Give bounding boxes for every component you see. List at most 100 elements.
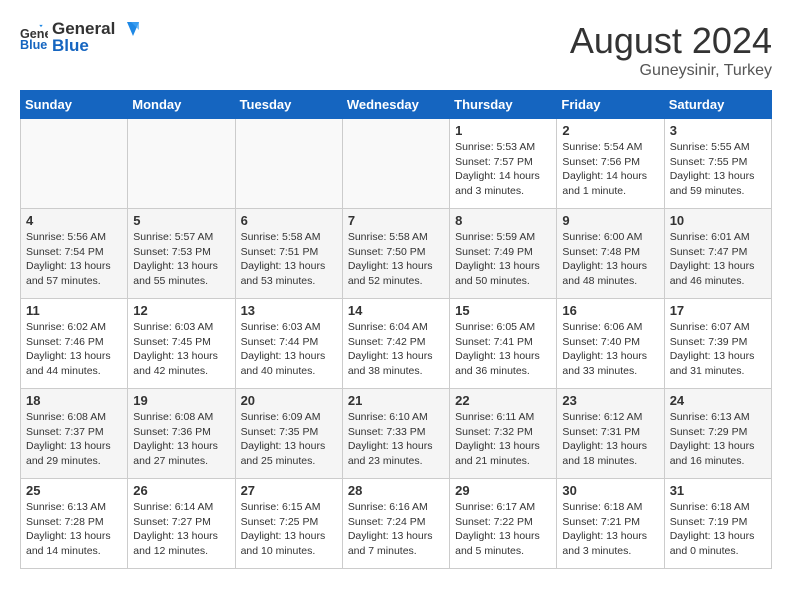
day-number: 6 (241, 213, 337, 228)
day-info: Sunrise: 6:02 AM Sunset: 7:46 PM Dayligh… (26, 320, 122, 379)
weekday-header-thursday: Thursday (450, 91, 557, 119)
calendar-header: SundayMondayTuesdayWednesdayThursdayFrid… (21, 91, 772, 119)
calendar-cell (235, 119, 342, 209)
day-number: 24 (670, 393, 766, 408)
calendar-cell: 4 Sunrise: 5:56 AM Sunset: 7:54 PM Daylig… (21, 209, 128, 299)
day-info: Sunrise: 6:12 AM Sunset: 7:31 PM Dayligh… (562, 410, 658, 469)
weekday-header-tuesday: Tuesday (235, 91, 342, 119)
weekday-header-sunday: Sunday (21, 91, 128, 119)
calendar-cell: 20Sunrise: 6:09 AM Sunset: 7:35 PM Dayli… (235, 389, 342, 479)
day-number: 12 (133, 303, 229, 318)
day-info: Sunrise: 6:08 AM Sunset: 7:36 PM Dayligh… (133, 410, 229, 469)
calendar-cell: 2 Sunrise: 5:54 AM Sunset: 7:56 PM Daylig… (557, 119, 664, 209)
day-info: Sunrise: 5:57 AM Sunset: 7:53 PM Dayligh… (133, 230, 229, 289)
day-info: Sunrise: 6:11 AM Sunset: 7:32 PM Dayligh… (455, 410, 551, 469)
calendar-cell: 7 Sunrise: 5:58 AM Sunset: 7:50 PM Daylig… (342, 209, 449, 299)
calendar-cell: 11 Sunrise: 6:02 AM Sunset: 7:46 PM Dayli… (21, 299, 128, 389)
calendar-cell: 24 Sunrise: 6:13 AM Sunset: 7:29 PM Dayli… (664, 389, 771, 479)
day-info: Sunrise: 6:13 AM Sunset: 7:29 PM Dayligh… (670, 410, 766, 469)
calendar-week-row: 11 Sunrise: 6:02 AM Sunset: 7:46 PM Dayli… (21, 299, 772, 389)
weekday-header-wednesday: Wednesday (342, 91, 449, 119)
weekday-header-saturday: Saturday (664, 91, 771, 119)
day-info: Sunrise: 6:09 AM Sunset: 7:35 PM Dayligh… (241, 410, 337, 469)
day-number: 28 (348, 483, 444, 498)
calendar-week-row: 25Sunrise: 6:13 AM Sunset: 7:28 PM Dayli… (21, 479, 772, 569)
calendar-cell (342, 119, 449, 209)
day-info: Sunrise: 6:04 AM Sunset: 7:42 PM Dayligh… (348, 320, 444, 379)
calendar-body: 1 Sunrise: 5:53 AM Sunset: 7:57 PM Daylig… (21, 119, 772, 569)
calendar-cell: 31Sunrise: 6:18 AM Sunset: 7:19 PM Dayli… (664, 479, 771, 569)
day-number: 1 (455, 123, 551, 138)
calendar-week-row: 4 Sunrise: 5:56 AM Sunset: 7:54 PM Daylig… (21, 209, 772, 299)
day-number: 18 (26, 393, 122, 408)
day-number: 19 (133, 393, 229, 408)
logo-wing-icon (117, 20, 139, 38)
calendar-cell: 22 Sunrise: 6:11 AM Sunset: 7:32 PM Dayli… (450, 389, 557, 479)
day-number: 22 (455, 393, 551, 408)
calendar-cell (128, 119, 235, 209)
day-number: 14 (348, 303, 444, 318)
day-info: Sunrise: 6:16 AM Sunset: 7:24 PM Dayligh… (348, 500, 444, 559)
day-number: 3 (670, 123, 766, 138)
calendar-cell: 26 Sunrise: 6:14 AM Sunset: 7:27 PM Dayli… (128, 479, 235, 569)
day-info: Sunrise: 6:01 AM Sunset: 7:47 PM Dayligh… (670, 230, 766, 289)
day-info: Sunrise: 6:03 AM Sunset: 7:44 PM Dayligh… (241, 320, 337, 379)
svg-text:Blue: Blue (20, 38, 47, 52)
weekday-header-friday: Friday (557, 91, 664, 119)
calendar-cell: 27Sunrise: 6:15 AM Sunset: 7:25 PM Dayli… (235, 479, 342, 569)
day-info: Sunrise: 6:15 AM Sunset: 7:25 PM Dayligh… (241, 500, 337, 559)
day-number: 8 (455, 213, 551, 228)
day-info: Sunrise: 5:53 AM Sunset: 7:57 PM Dayligh… (455, 140, 551, 199)
day-info: Sunrise: 6:07 AM Sunset: 7:39 PM Dayligh… (670, 320, 766, 379)
day-number: 4 (26, 213, 122, 228)
day-number: 16 (562, 303, 658, 318)
calendar-cell: 30 Sunrise: 6:18 AM Sunset: 7:21 PM Dayli… (557, 479, 664, 569)
day-info: Sunrise: 5:58 AM Sunset: 7:51 PM Dayligh… (241, 230, 337, 289)
day-number: 13 (241, 303, 337, 318)
day-info: Sunrise: 6:14 AM Sunset: 7:27 PM Dayligh… (133, 500, 229, 559)
day-info: Sunrise: 6:05 AM Sunset: 7:41 PM Dayligh… (455, 320, 551, 379)
month-year-heading: August 2024 (570, 20, 772, 62)
day-number: 2 (562, 123, 658, 138)
day-info: Sunrise: 6:18 AM Sunset: 7:21 PM Dayligh… (562, 500, 658, 559)
calendar-cell: 9 Sunrise: 6:00 AM Sunset: 7:48 PM Daylig… (557, 209, 664, 299)
calendar-cell: 18 Sunrise: 6:08 AM Sunset: 7:37 PM Dayli… (21, 389, 128, 479)
day-number: 5 (133, 213, 229, 228)
day-number: 11 (26, 303, 122, 318)
calendar-cell: 3Sunrise: 5:55 AM Sunset: 7:55 PM Daylig… (664, 119, 771, 209)
logo: General Blue General Blue (20, 20, 139, 55)
calendar-cell: 6 Sunrise: 5:58 AM Sunset: 7:51 PM Daylig… (235, 209, 342, 299)
calendar-cell: 25Sunrise: 6:13 AM Sunset: 7:28 PM Dayli… (21, 479, 128, 569)
calendar-cell (21, 119, 128, 209)
calendar-table: SundayMondayTuesdayWednesdayThursdayFrid… (20, 90, 772, 569)
day-number: 25 (26, 483, 122, 498)
weekday-header-row: SundayMondayTuesdayWednesdayThursdayFrid… (21, 91, 772, 119)
day-number: 7 (348, 213, 444, 228)
calendar-cell: 19 Sunrise: 6:08 AM Sunset: 7:36 PM Dayli… (128, 389, 235, 479)
calendar-cell: 10Sunrise: 6:01 AM Sunset: 7:47 PM Dayli… (664, 209, 771, 299)
day-info: Sunrise: 5:58 AM Sunset: 7:50 PM Dayligh… (348, 230, 444, 289)
calendar-cell: 15 Sunrise: 6:05 AM Sunset: 7:41 PM Dayli… (450, 299, 557, 389)
day-info: Sunrise: 6:03 AM Sunset: 7:45 PM Dayligh… (133, 320, 229, 379)
logo-blue-text: Blue (52, 37, 139, 56)
day-number: 9 (562, 213, 658, 228)
day-number: 30 (562, 483, 658, 498)
page-header: General Blue General Blue August 2024 Gu… (20, 20, 772, 80)
calendar-cell: 21Sunrise: 6:10 AM Sunset: 7:33 PM Dayli… (342, 389, 449, 479)
calendar-cell: 16Sunrise: 6:06 AM Sunset: 7:40 PM Dayli… (557, 299, 664, 389)
calendar-cell: 1 Sunrise: 5:53 AM Sunset: 7:57 PM Daylig… (450, 119, 557, 209)
calendar-cell: 5 Sunrise: 5:57 AM Sunset: 7:53 PM Daylig… (128, 209, 235, 299)
day-info: Sunrise: 5:54 AM Sunset: 7:56 PM Dayligh… (562, 140, 658, 199)
day-number: 26 (133, 483, 229, 498)
day-info: Sunrise: 5:56 AM Sunset: 7:54 PM Dayligh… (26, 230, 122, 289)
calendar-cell: 28 Sunrise: 6:16 AM Sunset: 7:24 PM Dayli… (342, 479, 449, 569)
day-number: 17 (670, 303, 766, 318)
day-number: 23 (562, 393, 658, 408)
calendar-week-row: 1 Sunrise: 5:53 AM Sunset: 7:57 PM Daylig… (21, 119, 772, 209)
location-subtitle: Guneysinir, Turkey (570, 62, 772, 80)
day-number: 15 (455, 303, 551, 318)
day-info: Sunrise: 6:00 AM Sunset: 7:48 PM Dayligh… (562, 230, 658, 289)
calendar-cell: 13 Sunrise: 6:03 AM Sunset: 7:44 PM Dayli… (235, 299, 342, 389)
calendar-cell: 17 Sunrise: 6:07 AM Sunset: 7:39 PM Dayli… (664, 299, 771, 389)
day-info: Sunrise: 6:08 AM Sunset: 7:37 PM Dayligh… (26, 410, 122, 469)
